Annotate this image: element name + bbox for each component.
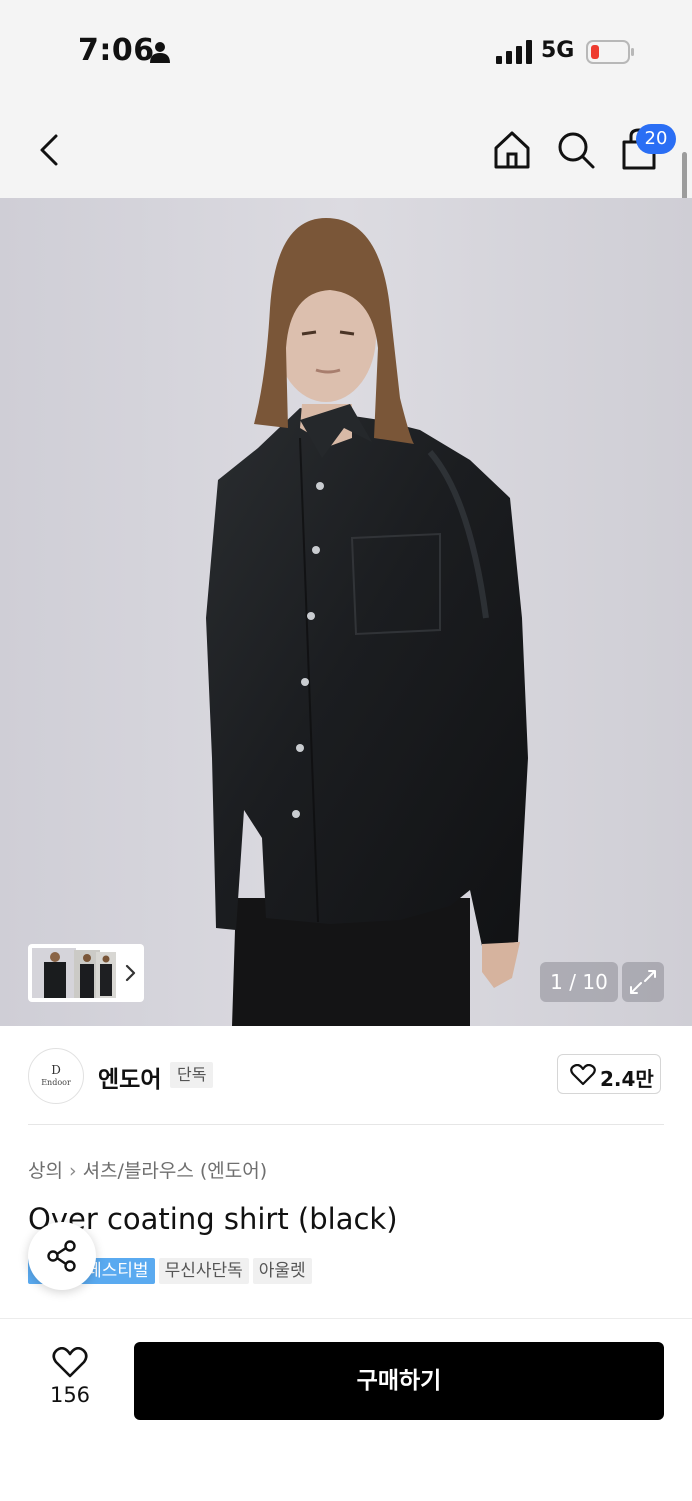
expand-icon — [630, 970, 656, 994]
brand-like-button[interactable]: 2.4만 — [557, 1054, 661, 1094]
status-time: 7:06 — [78, 33, 155, 68]
tag-outlet[interactable]: 아울렛 — [252, 1258, 312, 1284]
home-icon[interactable] — [488, 126, 536, 174]
brand-logo-wordmark: Endoor — [41, 1078, 71, 1087]
person-icon — [150, 42, 170, 63]
thumbnail-strip[interactable] — [28, 944, 144, 1002]
brand-logo[interactable]: D Endoor — [28, 1048, 84, 1104]
breadcrumb-subcategory[interactable]: 셔츠/블라우스 (엔도어) — [83, 1160, 268, 1182]
chevron-right-icon: › — [68, 1160, 77, 1182]
buy-button[interactable]: 구매하기 — [134, 1342, 664, 1420]
divider — [28, 1124, 664, 1125]
brand-like-count: 2.4만 — [600, 1067, 654, 1091]
heart-icon — [52, 1347, 88, 1378]
chevron-right-icon — [125, 964, 136, 982]
brand-logo-mark: D — [51, 1063, 61, 1077]
network-type: 5G — [541, 38, 575, 63]
cart-count-badge: 20 — [636, 124, 676, 154]
top-nav: 20 — [0, 100, 692, 198]
share-icon — [47, 1240, 76, 1272]
brand-name[interactable]: 엔도어 — [98, 1060, 161, 1094]
wishlist-button[interactable]: 156 — [40, 1343, 100, 1413]
status-bar: 7:06 5G — [0, 0, 692, 100]
breadcrumb-category[interactable]: 상의 — [28, 1160, 63, 1182]
tag-musinsa-exclusive[interactable]: 무신사단독 — [158, 1258, 249, 1284]
brand-exclusive-tag: 단독 — [170, 1062, 214, 1088]
product-photo — [0, 198, 692, 1026]
brand-row: D Endoor 엔도어 단독 2.4만 — [0, 1026, 692, 1126]
signal-icon — [496, 40, 532, 64]
heart-icon — [570, 1064, 596, 1086]
battery-icon — [586, 40, 634, 64]
expand-button[interactable] — [622, 962, 664, 1002]
image-counter: 1 / 10 — [540, 962, 618, 1002]
bottom-purchase-bar: 156 구매하기 — [0, 1318, 692, 1501]
product-image-gallery[interactable]: 1 / 10 — [0, 198, 692, 1026]
search-icon[interactable] — [552, 126, 600, 174]
share-button[interactable] — [28, 1222, 96, 1290]
breadcrumb: 상의 › 셔츠/블라우스 (엔도어) — [28, 1156, 267, 1183]
back-icon[interactable] — [28, 128, 72, 172]
wishlist-count: 156 — [49, 1383, 91, 1407]
